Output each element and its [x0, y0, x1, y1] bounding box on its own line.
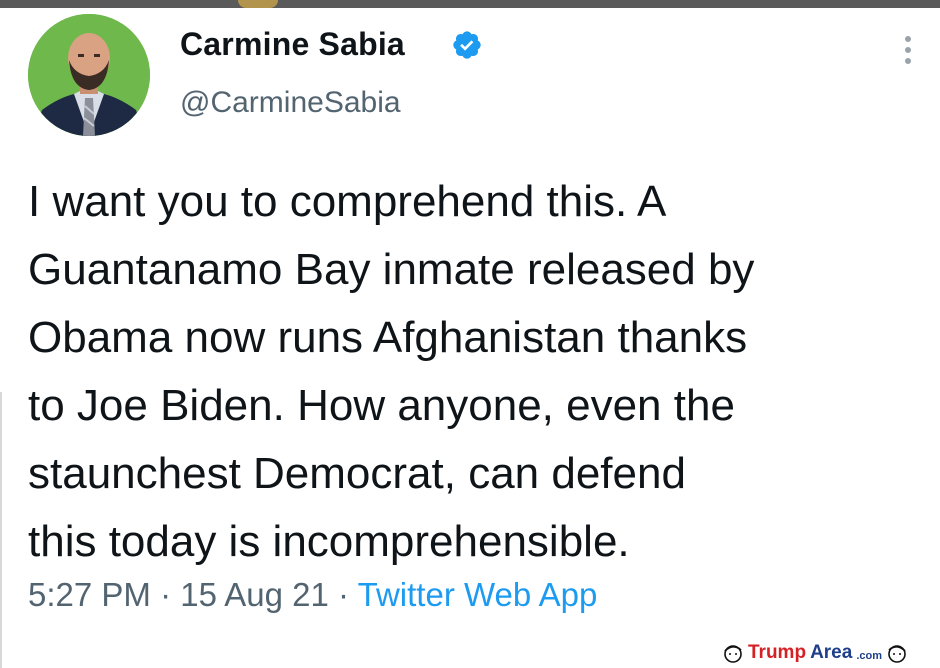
vertical-ellipsis-icon[interactable] [897, 33, 919, 67]
tweet-time[interactable]: 5:27 PM [28, 576, 151, 613]
tweet-text-line: I want you to comprehend this. A [28, 177, 667, 226]
meta-separator: · [150, 576, 181, 613]
watermark-face-icon [888, 645, 906, 663]
watermark-face-icon [724, 645, 742, 663]
tweet-text-line: Guantanamo Bay inmate released by [28, 245, 755, 294]
tweet-date[interactable]: 15 Aug 21 [180, 576, 329, 613]
tweet-meta: 5:27 PM · 15 Aug 21 · Twitter Web App [28, 576, 597, 614]
avatar[interactable] [28, 14, 150, 136]
tweet-text: I want you to comprehend this. A Guantan… [28, 168, 928, 576]
meta-separator: · [328, 576, 358, 613]
display-name[interactable]: Carmine Sabia [180, 26, 405, 63]
tweet-text-line: this today is incomprehensible. [28, 517, 630, 566]
watermark: Trump Area .com [722, 641, 908, 665]
top-edge-strip [0, 0, 940, 8]
tweet-text-line: to Joe Biden. How anyone, even the [28, 381, 735, 430]
profile-photo-icon [28, 14, 150, 136]
tweet-text-line: Obama now runs Afghanistan thanks [28, 313, 748, 362]
top-edge-mark [238, 0, 278, 8]
watermark-brand-trump: Trump [748, 642, 807, 663]
tweet-text-line: staunchest Democrat, can defend [28, 449, 686, 498]
left-edge-line [0, 392, 2, 668]
watermark-brand-com: .com [856, 650, 882, 662]
watermark-brand-area: Area [810, 642, 853, 663]
user-handle[interactable]: @CarmineSabia [180, 86, 401, 120]
verified-badge-icon [453, 31, 481, 59]
tweet-source-link[interactable]: Twitter Web App [358, 576, 598, 613]
